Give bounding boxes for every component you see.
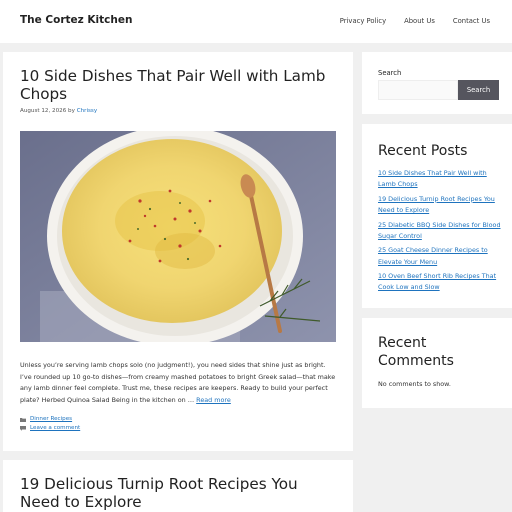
folder-icon	[20, 418, 26, 422]
site-title[interactable]: The Cortez Kitchen	[20, 14, 132, 26]
post-meta: August 12, 2026 by Chrissy	[20, 108, 97, 114]
leave-comment-link[interactable]: Leave a comment	[30, 424, 80, 433]
site-header: The Cortez Kitchen Privacy Policy About …	[0, 0, 512, 43]
post-card: 10 Side Dishes That Pair Well with Lamb …	[3, 52, 353, 451]
recent-post-link[interactable]: 25 Diabetic BBQ Side Dishes for Blood Su…	[378, 221, 501, 240]
list-item: 19 Delicious Turnip Root Recipes You Nee…	[378, 194, 503, 216]
list-item: 25 Diabetic BBQ Side Dishes for Blood Su…	[378, 220, 503, 242]
list-item: 10 Side Dishes That Pair Well with Lamb …	[378, 168, 503, 190]
recent-posts-list: 10 Side Dishes That Pair Well with Lamb …	[378, 168, 503, 297]
post-title[interactable]: 10 Side Dishes That Pair Well with Lamb …	[20, 67, 330, 103]
comment-icon	[20, 426, 26, 431]
post-date[interactable]: August 12, 2026	[20, 108, 66, 114]
recent-post-link[interactable]: 19 Delicious Turnip Root Recipes You Nee…	[378, 195, 495, 214]
recent-posts-title: Recent Posts	[378, 143, 468, 159]
no-comments-text: No comments to show.	[378, 380, 451, 388]
post-excerpt-text: Unless you’re serving lamb chops solo (n…	[20, 361, 336, 405]
search-widget: Search Search	[362, 52, 512, 114]
recent-posts-widget: Recent Posts 10 Side Dishes That Pair We…	[362, 124, 512, 308]
recent-comments-widget: Recent Comments No comments to show.	[362, 318, 512, 408]
mashed-potatoes-image	[20, 131, 336, 342]
recent-post-link[interactable]: 10 Side Dishes That Pair Well with Lamb …	[378, 169, 487, 188]
list-item: 10 Oven Beef Short Rib Recipes That Cook…	[378, 271, 503, 293]
recent-comments-title: Recent Comments	[378, 335, 454, 369]
post-footer-meta: Dinner Recipes Leave a comment	[20, 415, 80, 433]
post-by: by	[68, 108, 75, 114]
post-author-link[interactable]: Chrissy	[77, 108, 97, 114]
post-featured-image[interactable]	[20, 131, 336, 342]
recent-post-link[interactable]: 10 Oven Beef Short Rib Recipes That Cook…	[378, 272, 496, 291]
post-excerpt: Unless you’re serving lamb chops solo (n…	[20, 360, 338, 407]
search-label: Search	[378, 69, 402, 77]
nav-contact-us[interactable]: Contact Us	[453, 17, 490, 25]
main-nav: Privacy Policy About Us Contact Us	[340, 17, 490, 25]
search-button[interactable]: Search	[458, 80, 499, 100]
post-card: 19 Delicious Turnip Root Recipes You Nee…	[3, 460, 353, 512]
search-input[interactable]	[378, 80, 458, 100]
read-more-link[interactable]: Read more	[196, 396, 231, 404]
post-title[interactable]: 19 Delicious Turnip Root Recipes You Nee…	[20, 475, 330, 511]
category-link[interactable]: Dinner Recipes	[30, 415, 72, 424]
nav-privacy-policy[interactable]: Privacy Policy	[340, 17, 386, 25]
nav-about-us[interactable]: About Us	[404, 17, 435, 25]
list-item: 25 Goat Cheese Dinner Recipes to Elevate…	[378, 245, 503, 267]
recent-post-link[interactable]: 25 Goat Cheese Dinner Recipes to Elevate…	[378, 246, 488, 265]
